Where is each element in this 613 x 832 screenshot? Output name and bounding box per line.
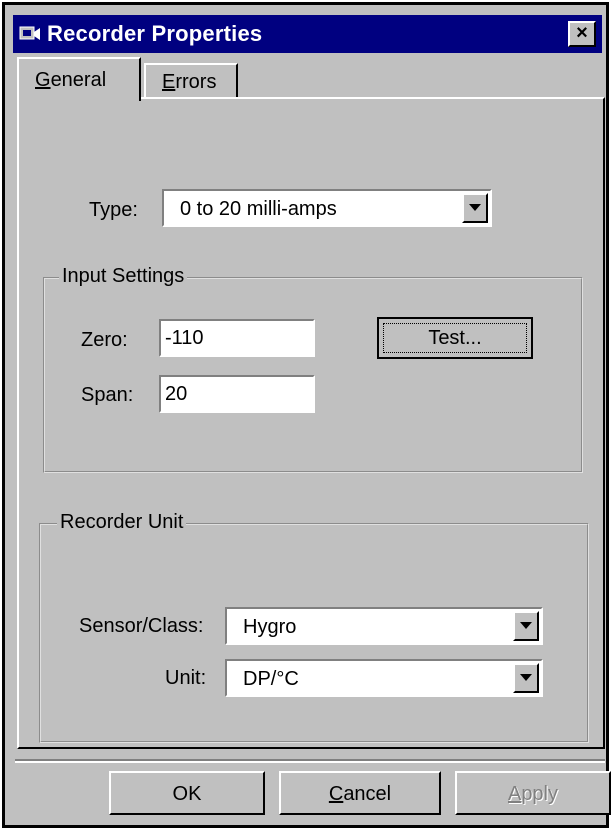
span-label: Span: — [81, 384, 134, 406]
general-tab-panel: Type: 0 to 20 milli-amps Input Settings … — [17, 97, 605, 749]
apply-button[interactable]: Apply — [455, 771, 611, 815]
focus-rect — [383, 323, 527, 353]
ok-button[interactable]: OK — [109, 771, 265, 815]
ok-button-label: OK — [172, 783, 202, 805]
chevron-down-icon — [520, 674, 532, 681]
sensor-class-value: Hygro — [243, 616, 297, 638]
unit-dropdown[interactable]: DP/°C — [225, 659, 543, 697]
type-label: Type: — [89, 199, 138, 221]
span-input[interactable]: 20 — [159, 375, 315, 413]
chevron-down-icon — [520, 622, 532, 629]
unit-dropdown-arrow[interactable] — [513, 663, 539, 693]
close-icon: × — [576, 22, 588, 44]
cancel-button[interactable]: Cancel — [279, 771, 441, 815]
type-value: 0 to 20 milli-amps — [180, 198, 337, 220]
unit-label: Unit: — [165, 667, 207, 689]
type-dropdown-arrow[interactable] — [462, 193, 488, 223]
sensor-class-label: Sensor/Class: — [79, 615, 204, 637]
zero-value: -110 — [165, 327, 204, 349]
span-value: 20 — [165, 383, 188, 405]
cancel-button-label: Cancel — [328, 783, 392, 805]
recorder-unit-legend: Recorder Unit — [57, 511, 187, 534]
zero-input[interactable]: -110 — [159, 319, 315, 357]
zero-label: Zero: — [81, 329, 128, 351]
sensor-class-dropdown-arrow[interactable] — [513, 611, 539, 641]
apply-button-label: Apply — [507, 783, 559, 805]
tab-errors[interactable]: Errors — [144, 63, 238, 99]
chevron-down-icon — [469, 204, 481, 211]
tab-errors-label: Errors — [162, 71, 217, 93]
unit-value: DP/°C — [243, 668, 299, 690]
recorder-properties-dialog: Recorder Properties × General Errors Typ… — [2, 2, 611, 828]
window-title: Recorder Properties — [47, 21, 263, 46]
tab-general-label: General — [35, 69, 107, 91]
footer-separator-highlight — [15, 761, 605, 763]
type-dropdown[interactable]: 0 to 20 milli-amps — [162, 189, 492, 227]
input-settings-legend: Input Settings — [59, 265, 188, 288]
sensor-class-dropdown[interactable]: Hygro — [225, 607, 543, 645]
app-icon — [19, 24, 41, 44]
title-bar[interactable]: Recorder Properties × — [13, 15, 602, 53]
test-button[interactable]: Test... — [377, 317, 533, 359]
close-button[interactable]: × — [568, 21, 596, 47]
tab-general[interactable]: General — [17, 57, 141, 101]
